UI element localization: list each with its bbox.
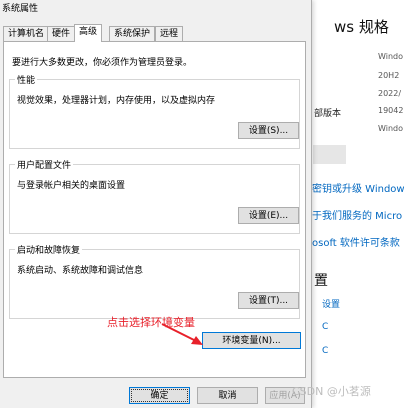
tab-remote[interactable]: 远程 [155, 26, 184, 41]
user-profiles-description: 与登录帐户相关的桌面设置 [17, 181, 126, 191]
related-settings-link[interactable]: 设置 [322, 297, 340, 310]
startup-recovery-settings-button[interactable]: 设置(T)... [238, 292, 299, 309]
spec-version-value: 20H2 [378, 71, 400, 80]
performance-group-title: 性能 [15, 73, 38, 86]
user-profiles-group-title: 用户配置文件 [15, 158, 74, 171]
system-properties-dialog: 系统属性 计算机名 硬件 高级 系统保护 远程 要进行大多数更改，你必须作为管理… [0, 0, 312, 408]
user-profiles-settings-button[interactable]: 设置(E)... [238, 207, 299, 224]
change-product-key-link[interactable]: 密钥或升级 Window [312, 180, 404, 195]
startup-recovery-description: 系统启动、系统故障和调试信息 [17, 266, 144, 276]
microsoft-license-terms-link[interactable]: osoft 软件许可条款 [312, 234, 400, 249]
performance-description: 视觉效果，处理器计划，内存使用，以及虚拟内存 [17, 96, 216, 106]
spec-os-build-label: 部版本 [314, 109, 342, 119]
related-link-2[interactable]: C [322, 322, 328, 332]
cancel-button[interactable]: 取消 [197, 387, 258, 404]
windows-spec-title: ws 规格 [334, 18, 389, 36]
dialog-title: 系统属性 [2, 4, 39, 14]
spec-os-build-value: 19042. [378, 106, 404, 115]
tab-advanced[interactable]: 高级 [74, 24, 103, 42]
spec-install-date-value: 2022/ [378, 89, 402, 98]
admin-notice: 要进行大多数更改，你必须作为管理员登录。 [12, 58, 193, 68]
tab-strip: 计算机名 硬件 高级 系统保护 远程 [3, 24, 303, 42]
microsoft-services-agreement-link[interactable]: 于我们服务的 Micro [312, 207, 402, 222]
tab-computer-name[interactable]: 计算机名 [3, 26, 50, 41]
annotation-arrow-icon [161, 323, 203, 345]
copy-button[interactable] [313, 145, 346, 164]
performance-settings-button[interactable]: 设置(S)... [238, 122, 299, 139]
spec-experience-value: Windo [378, 124, 403, 133]
tab-system-protection[interactable]: 系统保护 [109, 26, 156, 41]
ok-button[interactable]: 确定 [129, 387, 190, 404]
related-settings-heading: 置 [314, 273, 328, 289]
spec-edition-value: Windo [378, 52, 403, 61]
startup-recovery-group-title: 启动和故障恢复 [15, 243, 83, 256]
environment-variables-button[interactable]: 环境变量(N)... [202, 332, 301, 349]
tab-hardware[interactable]: 硬件 [47, 26, 76, 41]
watermark: CSDN @小茗源 [292, 385, 371, 398]
related-link-3[interactable]: C [322, 346, 328, 356]
